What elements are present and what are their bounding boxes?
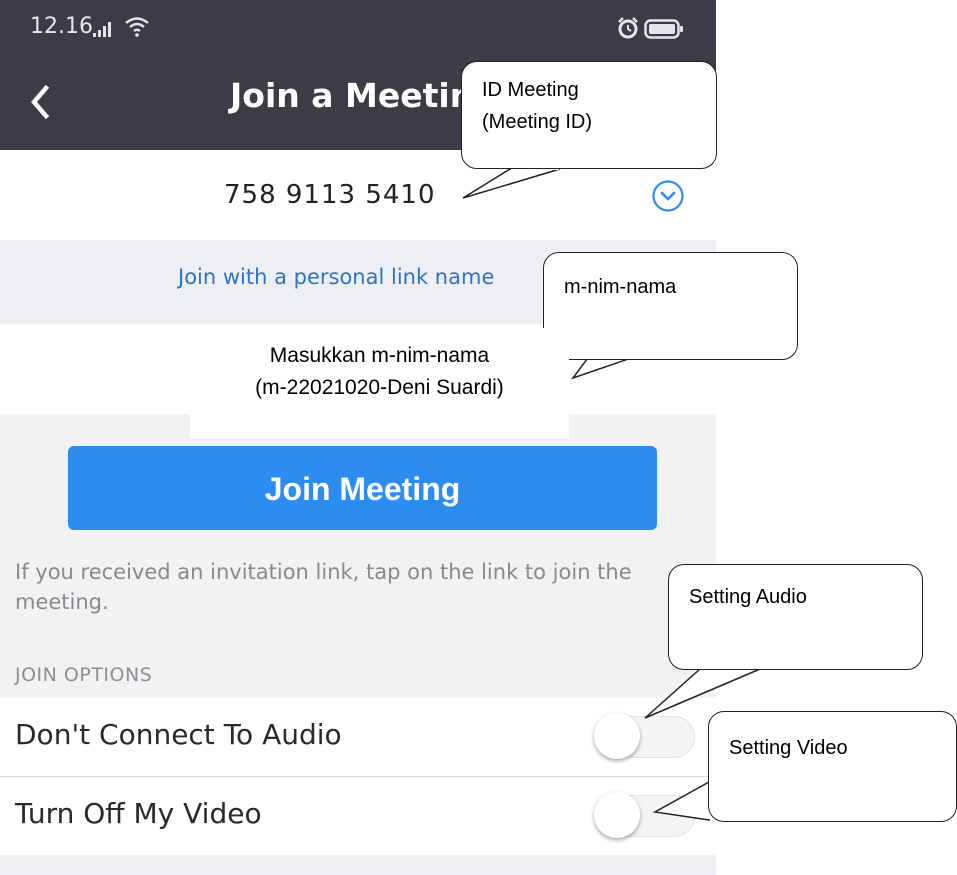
annotation-line: m-nim-nama (564, 276, 677, 298)
page-title: Join a Meeting (230, 76, 497, 115)
annotation-line: Masukkan m-nim-nama (269, 344, 490, 367)
toggle-knob (594, 713, 640, 759)
battery-icon (644, 19, 683, 39)
annotation-line: Setting Audio (689, 586, 807, 608)
annotation-name-input: Masukkan m-nim-nama (m-22021020-Deni Sua… (190, 328, 569, 438)
alarm-icon (618, 17, 638, 39)
status-time: 12.16 (30, 14, 93, 39)
screenshot-stage: 12.16 Join a Meeting 758 9113 5410 Join … (0, 0, 957, 875)
join-meeting-button[interactable]: Join Meeting (68, 446, 657, 530)
toggle-knob (594, 792, 640, 838)
personal-link-button[interactable]: Join with a personal link name (178, 265, 494, 289)
annotation-video: Setting Video (708, 711, 957, 822)
option-video-label: Turn Off My Video (15, 797, 262, 830)
annotation-meeting-id: ID Meeting (Meeting ID) (461, 61, 717, 169)
annotation-line: Setting Video (729, 737, 848, 759)
option-audio-label: Don't Connect To Audio (15, 718, 342, 751)
status-bar: 12.16 (0, 0, 716, 58)
video-toggle[interactable] (594, 792, 695, 838)
bottom-divider (0, 857, 716, 875)
option-audio-row: Don't Connect To Audio (0, 698, 716, 777)
back-chevron-icon[interactable] (28, 82, 52, 122)
annotation-audio: Setting Audio (668, 564, 923, 670)
audio-toggle[interactable] (594, 713, 695, 759)
wifi-icon (125, 17, 149, 37)
annotation-line: (m-22021020-Deni Suardi) (255, 376, 504, 399)
option-video-row: Turn Off My Video (0, 777, 716, 855)
annotation-line: (Meeting ID) (482, 111, 593, 133)
chevron-down-circle-icon[interactable] (651, 179, 685, 213)
invitation-hint: If you received an invitation link, tap … (15, 560, 632, 614)
join-options-header: JOIN OPTIONS (15, 664, 153, 686)
signal-icon (93, 22, 111, 37)
meeting-id-input[interactable]: 758 9113 5410 (224, 180, 436, 210)
annotation-line: ID Meeting (482, 79, 579, 101)
annotation-personal-link: m-nim-nama (543, 252, 798, 360)
